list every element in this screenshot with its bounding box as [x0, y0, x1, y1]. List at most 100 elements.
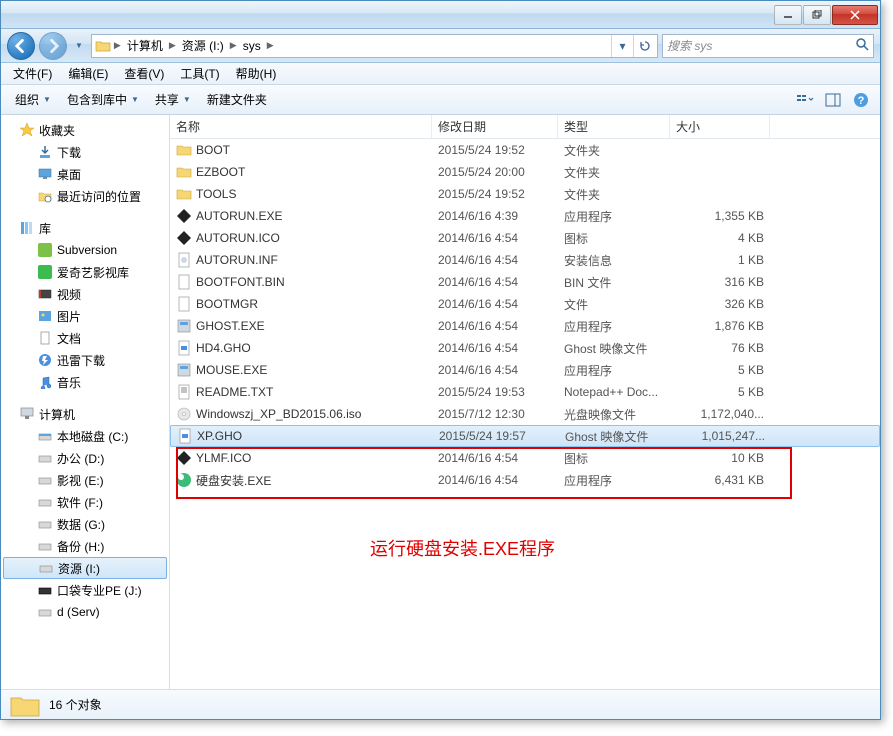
sidebar-drive-i[interactable]: 资源 (I:)	[3, 557, 167, 579]
address-bar[interactable]: ▶ 计算机 ▶ 资源 (I:) ▶ sys ▶ ▾	[91, 34, 658, 58]
refresh-button[interactable]	[633, 35, 655, 57]
file-name: GHOST.EXE	[196, 319, 265, 333]
file-size: 5 KB	[670, 385, 770, 399]
sidebar-drive-h[interactable]: 备份 (H:)	[1, 535, 169, 557]
sidebar-item-recent[interactable]: 最近访问的位置	[1, 185, 169, 207]
file-size: 1,355 KB	[670, 209, 770, 223]
sidebar-drive-e[interactable]: 影视 (E:)	[1, 469, 169, 491]
folder-icon	[94, 37, 112, 55]
column-header-date[interactable]: 修改日期	[432, 115, 558, 138]
breadcrumb-sep-icon[interactable]: ▶	[265, 40, 276, 51]
file-row[interactable]: 硬盘安装.EXE2014/6/16 4:54应用程序6,431 KB	[170, 469, 880, 491]
file-row[interactable]: XP.GHO2015/5/24 19:57Ghost 映像文件1,015,247…	[170, 425, 880, 447]
sidebar-libraries-header[interactable]: 库	[1, 217, 169, 239]
help-button[interactable]: ?	[848, 89, 874, 111]
file-size: 316 KB	[670, 275, 770, 289]
view-options-button[interactable]	[792, 89, 818, 111]
file-type: 文件夹	[558, 142, 670, 159]
column-header-size[interactable]: 大小	[670, 115, 770, 138]
sidebar-drive-network[interactable]: d (Serv)	[1, 601, 169, 623]
include-in-library-button[interactable]: 包含到库中▼	[59, 87, 147, 112]
file-size: 4 KB	[670, 231, 770, 245]
file-row[interactable]: README.TXT2015/5/24 19:53Notepad++ Doc..…	[170, 381, 880, 403]
file-name: BOOT	[196, 143, 230, 157]
file-row[interactable]: Windowszj_XP_BD2015.06.iso2015/7/12 12:3…	[170, 403, 880, 425]
address-dropdown-button[interactable]: ▾	[611, 35, 633, 57]
maximize-button[interactable]	[803, 5, 831, 25]
breadcrumb-sep-icon[interactable]: ▶	[167, 40, 178, 51]
breadcrumb-sep-icon[interactable]: ▶	[228, 40, 239, 51]
column-header-type[interactable]: 类型	[558, 115, 670, 138]
sidebar-drive-g[interactable]: 数据 (G:)	[1, 513, 169, 535]
menu-tools[interactable]: 工具(T)	[172, 63, 227, 84]
file-row[interactable]: AUTORUN.EXE2014/6/16 4:39应用程序1,355 KB	[170, 205, 880, 227]
file-row[interactable]: YLMF.ICO2014/6/16 4:54图标10 KB	[170, 447, 880, 469]
sidebar-drive-f[interactable]: 软件 (F:)	[1, 491, 169, 513]
menu-help[interactable]: 帮助(H)	[228, 63, 285, 84]
column-header-name[interactable]: 名称	[170, 115, 432, 138]
back-button[interactable]	[7, 32, 35, 60]
sidebar-favorites-header[interactable]: 收藏夹	[1, 119, 169, 141]
share-button[interactable]: 共享▼	[147, 87, 199, 112]
drive-icon	[37, 428, 53, 444]
file-rows[interactable]: BOOT2015/5/24 19:52文件夹EZBOOT2015/5/24 20…	[170, 139, 880, 689]
close-button[interactable]	[832, 5, 878, 25]
svn-icon	[37, 242, 53, 258]
sidebar-computer-header[interactable]: 计算机	[1, 403, 169, 425]
search-box[interactable]: 搜索 sys	[662, 34, 874, 58]
breadcrumb-sep-icon[interactable]: ▶	[112, 40, 123, 51]
sidebar-item-thunder[interactable]: 迅雷下载	[1, 349, 169, 371]
forward-button[interactable]	[39, 32, 67, 60]
folder-large-icon	[9, 692, 41, 718]
file-row[interactable]: BOOTFONT.BIN2014/6/16 4:54BIN 文件316 KB	[170, 271, 880, 293]
minimize-button[interactable]	[774, 5, 802, 25]
body-area: 收藏夹 下载 桌面 最近访问的位置 库 Subversion 爱奇艺影视库 视频…	[1, 115, 880, 689]
sidebar-item-iqiyi[interactable]: 爱奇艺影视库	[1, 261, 169, 283]
file-row[interactable]: MOUSE.EXE2014/6/16 4:54应用程序5 KB	[170, 359, 880, 381]
file-row[interactable]: AUTORUN.INF2014/6/16 4:54安装信息1 KB	[170, 249, 880, 271]
file-icon	[176, 362, 192, 378]
menu-view[interactable]: 查看(V)	[116, 63, 172, 84]
file-row[interactable]: TOOLS2015/5/24 19:52文件夹	[170, 183, 880, 205]
nav-pane[interactable]: 收藏夹 下载 桌面 最近访问的位置 库 Subversion 爱奇艺影视库 视频…	[1, 115, 170, 689]
sidebar-drive-j[interactable]: 口袋专业PE (J:)	[1, 579, 169, 601]
breadcrumb-folder[interactable]: sys	[239, 35, 265, 57]
menu-file[interactable]: 文件(F)	[5, 63, 60, 84]
file-date: 2015/5/24 19:52	[432, 187, 558, 201]
sidebar-item-desktop[interactable]: 桌面	[1, 163, 169, 185]
file-row[interactable]: AUTORUN.ICO2014/6/16 4:54图标4 KB	[170, 227, 880, 249]
history-dropdown-icon[interactable]: ▼	[75, 41, 83, 50]
sidebar-item-videos[interactable]: 视频	[1, 283, 169, 305]
breadcrumb-computer[interactable]: 计算机	[123, 35, 167, 57]
sidebar-item-music[interactable]: 音乐	[1, 371, 169, 393]
sidebar-drive-d[interactable]: 办公 (D:)	[1, 447, 169, 469]
file-size: 6,431 KB	[670, 473, 770, 487]
file-type: BIN 文件	[558, 274, 670, 291]
file-name: Windowszj_XP_BD2015.06.iso	[196, 407, 361, 421]
drive-icon	[38, 560, 54, 576]
sidebar-item-downloads[interactable]: 下载	[1, 141, 169, 163]
file-type: 应用程序	[558, 318, 670, 335]
file-row[interactable]: BOOT2015/5/24 19:52文件夹	[170, 139, 880, 161]
file-icon	[176, 406, 192, 422]
library-icon	[19, 220, 35, 236]
preview-pane-button[interactable]	[820, 89, 846, 111]
file-date: 2015/5/24 20:00	[432, 165, 558, 179]
file-size: 326 KB	[670, 297, 770, 311]
file-row[interactable]: GHOST.EXE2014/6/16 4:54应用程序1,876 KB	[170, 315, 880, 337]
sidebar-drive-c[interactable]: 本地磁盘 (C:)	[1, 425, 169, 447]
file-row[interactable]: BOOTMGR2014/6/16 4:54文件326 KB	[170, 293, 880, 315]
file-type: 应用程序	[558, 208, 670, 225]
breadcrumb-drive[interactable]: 资源 (I:)	[178, 35, 228, 57]
sidebar-item-subversion[interactable]: Subversion	[1, 239, 169, 261]
sidebar-item-pictures[interactable]: 图片	[1, 305, 169, 327]
file-row[interactable]: EZBOOT2015/5/24 20:00文件夹	[170, 161, 880, 183]
organize-button[interactable]: 组织▼	[7, 87, 59, 112]
file-row[interactable]: HD4.GHO2014/6/16 4:54Ghost 映像文件76 KB	[170, 337, 880, 359]
sidebar-item-documents[interactable]: 文档	[1, 327, 169, 349]
menu-edit[interactable]: 编辑(E)	[60, 63, 116, 84]
file-icon	[176, 318, 192, 334]
drive-icon	[37, 516, 53, 532]
new-folder-button[interactable]: 新建文件夹	[199, 87, 275, 112]
download-icon	[37, 144, 53, 160]
